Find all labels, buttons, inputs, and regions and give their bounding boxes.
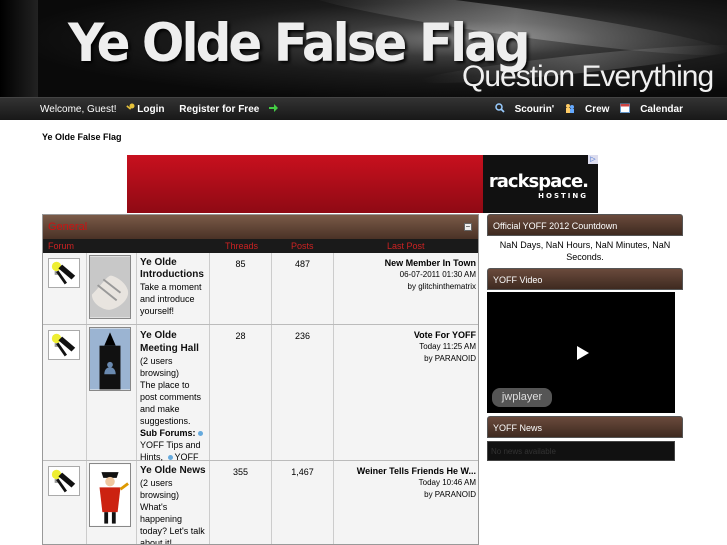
- welcome-text: Welcome, Guest!: [40, 104, 117, 115]
- forum-thumb-cell: [87, 253, 137, 324]
- forum-threads-count: 85: [210, 253, 272, 324]
- top-navbar: Welcome, Guest! Login Register for Free …: [0, 97, 727, 120]
- jwplayer-logo[interactable]: jwplayer: [492, 388, 552, 407]
- forum-info-cell: Ye Olde Meeting Hall (2 users browsing) …: [138, 325, 210, 474]
- forum-status-cell: [43, 253, 87, 324]
- video-player[interactable]: jwplayer: [487, 292, 675, 413]
- forum-description: Take a moment and introduce yourself!: [140, 282, 202, 316]
- forum-posts-count: 236: [272, 325, 334, 460]
- adchoices-icon[interactable]: ▷: [588, 155, 598, 164]
- users-browsing-text: (2 users browsing): [140, 478, 180, 500]
- subforum-bullet-icon: [197, 431, 203, 436]
- calendar-link[interactable]: Calendar: [620, 103, 683, 115]
- last-post-time: 06-07-2011 01:30 AM: [399, 270, 476, 279]
- rackspace-logo: rackspace. HOSTING: [488, 171, 589, 200]
- calendar-icon: [620, 103, 631, 113]
- advertisement-banner[interactable]: rackspace. HOSTING ▷: [127, 155, 598, 213]
- subforums-label: Sub Forums:: [140, 428, 196, 438]
- forum-title-link[interactable]: Ye Olde Introductions: [140, 257, 207, 281]
- subforum-bullet-icon: [167, 455, 173, 460]
- last-post-author-link[interactable]: by PARANOID: [334, 489, 476, 501]
- forum-thumb-cell: [87, 461, 137, 544]
- col-posts: Posts: [291, 241, 314, 251]
- forum-info-cell: Ye Olde News (2 users browsing) What's h…: [138, 461, 210, 545]
- collapse-icon[interactable]: –: [464, 223, 472, 231]
- last-post-author-link[interactable]: by PARANOID: [334, 353, 476, 365]
- last-post-title-link[interactable]: Vote For YOFF: [334, 329, 476, 341]
- forum-row: Ye Olde Meeting Hall (2 users browsing) …: [43, 325, 478, 474]
- forum-title-link[interactable]: Ye Olde Meeting Hall: [140, 330, 199, 354]
- forum-threads-count: 28: [210, 325, 272, 460]
- register-label: Register for Free: [179, 104, 260, 115]
- play-icon[interactable]: [577, 346, 589, 360]
- search-link[interactable]: Scourin': [494, 103, 555, 115]
- crew-label: Crew: [584, 104, 610, 115]
- category-title[interactable]: General: [48, 221, 87, 233]
- calendar-label: Calendar: [640, 104, 683, 115]
- last-post-time: Today 11:25 AM: [419, 342, 476, 351]
- search-label: Scourin': [514, 104, 555, 115]
- town-crier-image[interactable]: [89, 463, 131, 527]
- login-link[interactable]: Login: [125, 103, 170, 115]
- forum-description: The place to post comments and make sugg…: [140, 380, 202, 426]
- login-label: Login: [137, 104, 165, 115]
- forum-row: Ye Olde Introductions Take a moment and …: [43, 253, 478, 325]
- forum-description: What's happening today? Let's talk about…: [140, 502, 205, 545]
- header-left-band: [0, 0, 38, 97]
- sidebar: Official YOFF 2012 Countdown NaN Days, N…: [487, 214, 683, 461]
- forum-status-cell: [43, 325, 87, 460]
- forum-status-icon: [48, 466, 80, 496]
- video-header: YOFF Video: [487, 268, 683, 290]
- col-last-post: Last Post: [387, 241, 425, 251]
- bell-tower-image[interactable]: [89, 327, 131, 391]
- site-header: Ye Olde False Flag Question Everything: [0, 0, 727, 97]
- col-forum: Forum: [48, 241, 75, 251]
- forum-status-icon: [48, 258, 80, 288]
- forum-thumb-cell: [87, 325, 137, 460]
- site-logo-title[interactable]: Ye Olde False Flag: [68, 13, 531, 74]
- forum-title-link[interactable]: Ye Olde News: [140, 465, 207, 477]
- handshake-image[interactable]: [89, 255, 131, 319]
- key-icon: [126, 103, 135, 110]
- breadcrumb[interactable]: Ye Olde False Flag: [42, 132, 122, 142]
- last-post-author-link[interactable]: by glitchinthematrix: [334, 281, 476, 293]
- last-post-title-link[interactable]: Weiner Tells Friends He W...: [334, 465, 476, 477]
- col-threads: Threads: [225, 241, 259, 251]
- forum-posts-count: 487: [272, 253, 334, 324]
- forum-last-post: Weiner Tells Friends He W... Today 10:46…: [334, 461, 478, 544]
- crew-link[interactable]: Crew: [565, 104, 609, 115]
- countdown-text: NaN Days, NaN Hours, NaN Minutes, NaN Se…: [487, 236, 683, 266]
- forum-status-icon: [48, 330, 80, 360]
- last-post-time: Today 10:46 AM: [418, 478, 476, 487]
- ad-sub: HOSTING: [538, 192, 588, 200]
- last-post-title-link[interactable]: New Member In Town: [334, 257, 476, 269]
- column-headers: Forum Threads Posts Last Post: [43, 239, 478, 253]
- forum-row: Ye Olde News (2 users browsing) What's h…: [43, 461, 478, 545]
- forum-last-post: Vote For YOFF Today 11:25 AM by PARANOID: [334, 325, 478, 460]
- arrow-right-icon: [269, 104, 279, 112]
- forum-last-post: New Member In Town 06-07-2011 01:30 AM b…: [334, 253, 478, 324]
- search-icon: [494, 103, 505, 113]
- ad-brand: rackspace.: [488, 171, 589, 192]
- site-tagline: Question Everything: [462, 60, 714, 93]
- forum-listing: General – Forum Threads Posts Last Post …: [42, 214, 479, 545]
- news-content: No news available: [487, 441, 675, 461]
- countdown-header: Official YOFF 2012 Countdown: [487, 214, 683, 236]
- forum-info-cell: Ye Olde Introductions Take a moment and …: [138, 253, 210, 324]
- news-header: YOFF News: [487, 416, 683, 438]
- users-icon: [565, 104, 574, 113]
- register-link[interactable]: Register for Free: [179, 104, 280, 115]
- users-browsing-text: (2 users browsing): [140, 356, 180, 378]
- forum-status-cell: [43, 461, 87, 544]
- forum-threads-count: 355: [210, 461, 272, 544]
- forum-posts-count: 1,467: [272, 461, 334, 544]
- category-header[interactable]: General –: [43, 215, 478, 239]
